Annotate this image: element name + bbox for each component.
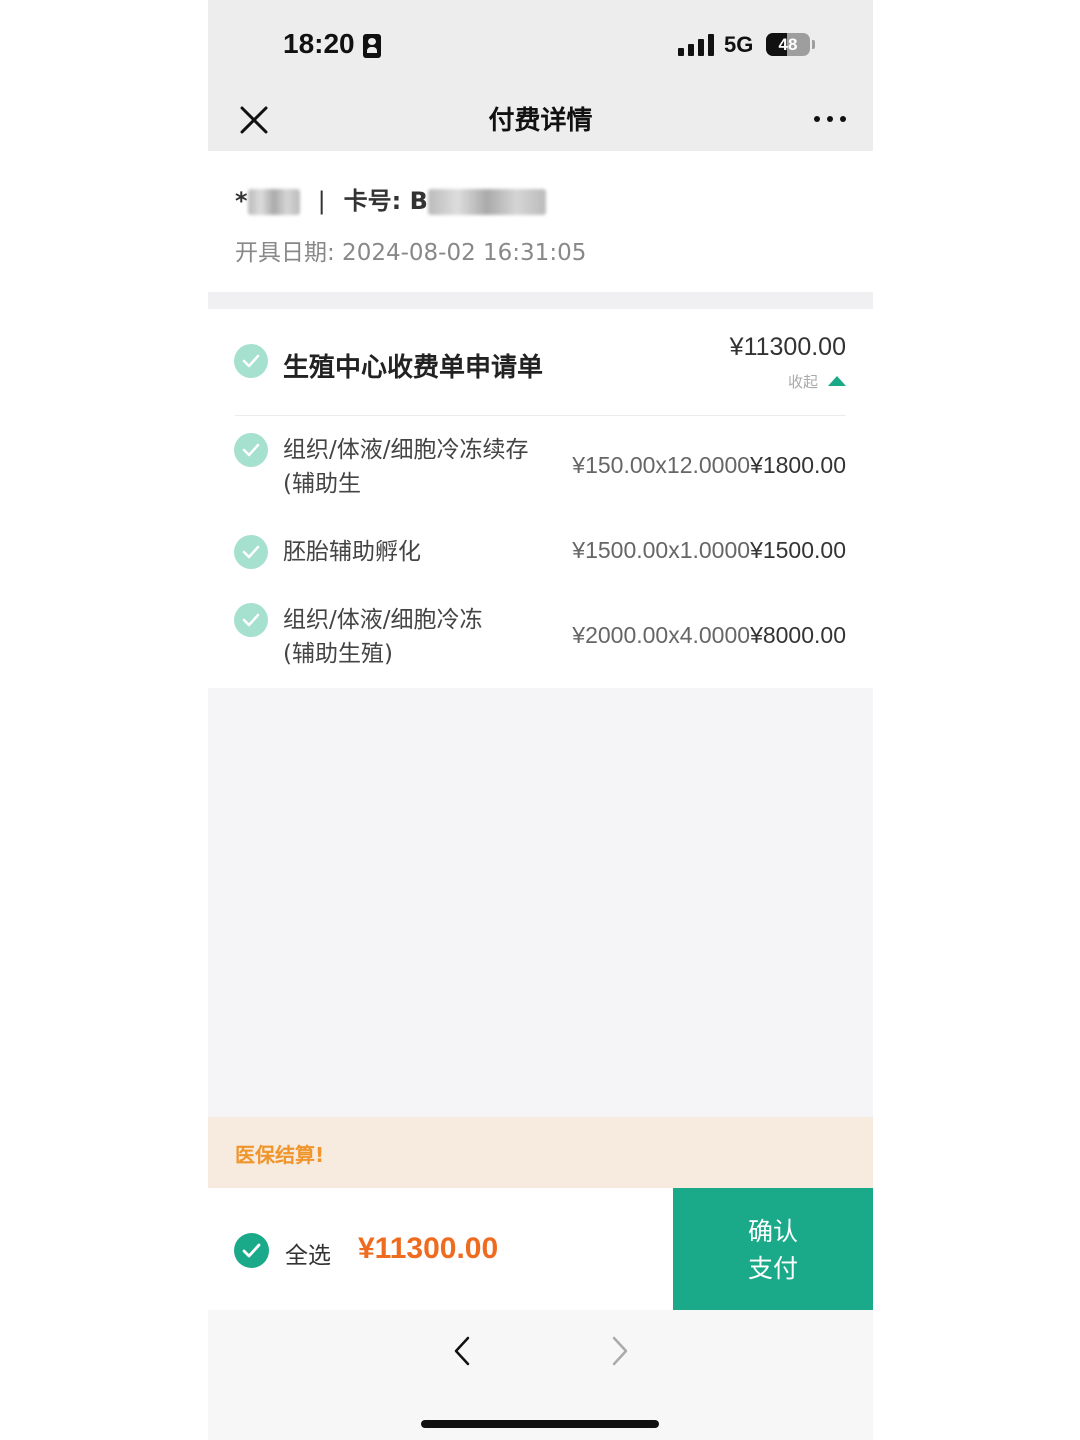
- cellular-signal-icon: [678, 34, 714, 56]
- status-time: 18:20: [283, 28, 355, 59]
- item-name: 胚胎辅助孵化: [283, 539, 421, 565]
- status-bar: 18:20 5G 48: [208, 0, 873, 90]
- bill-check-icon[interactable]: [234, 344, 268, 378]
- item-price: ¥1500.00x1.0000¥1500.00: [572, 537, 846, 563]
- battery-icon: 48: [766, 33, 810, 56]
- contact-card-icon: [363, 34, 381, 58]
- patient-name-blurred: [247, 189, 300, 215]
- item-price: ¥150.00x12.0000¥1800.00: [572, 452, 846, 478]
- forward-button[interactable]: [604, 1334, 634, 1368]
- item-check-icon[interactable]: [234, 603, 268, 637]
- collapse-toggle[interactable]: 收起: [788, 371, 846, 392]
- bill-title: 生殖中心收费单申请单: [283, 353, 544, 383]
- confirm-pay-button[interactable]: 确认 支付: [673, 1188, 873, 1310]
- patient-line: * | 卡号: B: [235, 181, 546, 216]
- pay-bar: 全选 ¥11300.00 确认 支付: [208, 1188, 873, 1310]
- item-name: 组织/体液/细胞冷冻(辅助生殖): [283, 607, 483, 667]
- page-title: 付费详情: [488, 106, 593, 136]
- card-number-blurred: [427, 189, 546, 215]
- pay-total: ¥11300.00: [358, 1232, 499, 1265]
- section-gap: [208, 292, 873, 309]
- insurance-text: 医保结算!: [235, 1143, 325, 1167]
- select-all-check-icon[interactable]: [234, 1233, 269, 1268]
- phone-screen: 18:20 5G 48 付费详情 * | 卡号: B 开具日期: 2024-08…: [208, 0, 873, 1440]
- network-type: 5G: [724, 32, 754, 57]
- select-all-label[interactable]: 全选: [285, 1236, 331, 1270]
- item-amount: ¥8000.00: [750, 622, 846, 648]
- more-dots-icon: [814, 116, 820, 122]
- patient-info: * | 卡号: B 开具日期: 2024-08-02 16:31:05: [208, 151, 873, 292]
- home-indicator[interactable]: [421, 1420, 659, 1428]
- back-button[interactable]: [448, 1334, 478, 1368]
- chevron-right-icon: [612, 1336, 628, 1366]
- item-price: ¥2000.00x4.0000¥8000.00: [572, 622, 846, 648]
- triangle-up-icon: [828, 376, 846, 386]
- item-amount: ¥1800.00: [750, 452, 846, 478]
- bill-card: 生殖中心收费单申请单 ¥11300.00 收起 组织/体液/细胞冷冻续存(辅助生…: [208, 309, 873, 688]
- card-number-label: 卡号: B: [343, 187, 428, 215]
- more-button[interactable]: [808, 104, 852, 134]
- insurance-banner[interactable]: 医保结算!: [208, 1117, 873, 1188]
- item-check-icon[interactable]: [234, 535, 268, 569]
- battery-percent: 48: [778, 35, 798, 54]
- issue-date: 开具日期: 2024-08-02 16:31:05: [235, 240, 587, 266]
- chevron-left-icon: [454, 1336, 470, 1366]
- battery-cap: [812, 40, 815, 49]
- item-name: 组织/体液/细胞冷冻续存(辅助生: [283, 437, 529, 497]
- nav-bar: 付费详情: [208, 90, 873, 151]
- divider: [235, 415, 846, 416]
- browser-toolbar: [208, 1310, 873, 1440]
- patient-name-prefix: *: [235, 187, 248, 215]
- bill-total: ¥11300.00: [729, 333, 846, 361]
- item-check-icon[interactable]: [234, 433, 268, 467]
- item-amount: ¥1500.00: [750, 537, 846, 563]
